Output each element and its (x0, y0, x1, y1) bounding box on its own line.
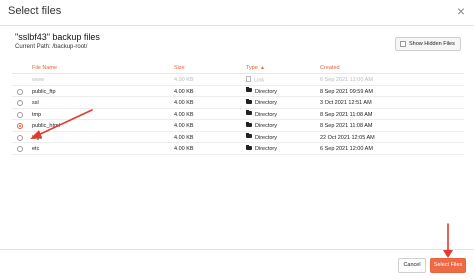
file-name: tmp (32, 111, 42, 118)
file-created: 6 Sep 2021 12:00 AM (320, 77, 373, 83)
row-radio-selected[interactable] (17, 123, 23, 129)
file-type-label: Directory (255, 100, 278, 106)
link-icon (246, 76, 251, 82)
sort-ascending-icon: ▲ (259, 65, 265, 71)
show-hidden-files-button[interactable]: Show Hidden Files (395, 37, 461, 51)
panel-title: "sslbf43" backup files (15, 32, 100, 42)
row-radio[interactable] (17, 134, 23, 141)
current-path-label: Current Path: (15, 44, 51, 50)
show-hidden-files-label: Show Hidden Files (409, 41, 455, 47)
file-size: 4.00 KB (174, 77, 194, 83)
folder-icon (246, 133, 252, 139)
table-row[interactable]: logs 4.00 KB Directory 22 Oct 2021 12:05… (12, 132, 464, 143)
file-type: Link (246, 76, 265, 84)
column-header-created[interactable]: Created (320, 65, 340, 71)
file-type: Directory (246, 144, 278, 152)
file-type-label: Directory (255, 146, 278, 152)
file-type: Directory (246, 110, 278, 118)
file-created: 3 Oct 2021 12:51 AM (320, 100, 372, 106)
file-name: www (32, 77, 44, 83)
file-created: 6 Sep 2021 12:00 AM (320, 146, 373, 152)
file-size: 4.00 KB (174, 111, 194, 118)
table-row[interactable]: tmp 4.00 KB Directory 8 Sep 2021 11:08 A… (12, 109, 464, 120)
file-type-label: Directory (255, 123, 278, 129)
row-radio[interactable] (17, 111, 23, 118)
table-row: www 4.00 KB Link 6 Sep 2021 12:00 AM (12, 74, 464, 86)
dialog-title: Select files (8, 5, 62, 17)
table-row[interactable]: etc 4.00 KB Directory 6 Sep 2021 12:00 A… (12, 143, 464, 155)
file-name: public_ftp (32, 88, 56, 95)
file-name: ssl (32, 100, 39, 106)
current-path: Current Path: /backup-root/ (15, 44, 87, 50)
column-header-type[interactable]: Type ▲ (246, 65, 265, 71)
file-type: Directory (246, 98, 278, 106)
table-row[interactable]: ssl 4.00 KB Directory 3 Oct 2021 12:51 A… (12, 97, 464, 109)
file-created: 8 Sep 2021 09:59 AM (320, 88, 373, 95)
row-radio[interactable] (17, 100, 23, 106)
file-name: public_html (32, 123, 60, 129)
file-type: Directory (246, 121, 278, 129)
file-created: 8 Sep 2021 11:08 AM (320, 111, 373, 118)
folder-icon (246, 87, 252, 93)
file-size: 4.00 KB (174, 88, 194, 95)
file-type: Directory (246, 133, 278, 141)
folder-icon (246, 110, 252, 116)
table-row[interactable]: public_html 4.00 KB Directory 8 Sep 2021… (12, 120, 464, 132)
folder-icon (246, 98, 252, 104)
file-size: 4.00 KB (174, 146, 194, 152)
column-header-size[interactable]: Size (174, 65, 185, 71)
annotation-arrow-to-select-files (443, 223, 453, 258)
file-name: logs (32, 134, 43, 141)
folder-icon (246, 144, 252, 150)
file-size: 4.00 KB (174, 100, 194, 106)
table-row[interactable]: public_ftp 4.00 KB Directory 8 Sep 2021 … (12, 86, 464, 97)
column-header-file-name[interactable]: File Name (32, 65, 57, 71)
current-path-value: /backup-root/ (52, 44, 88, 50)
footer-divider (0, 249, 474, 250)
file-table: File Name Size Type ▲ Created www 4.00 KB… (12, 62, 464, 155)
file-type: Directory (246, 87, 278, 95)
row-radio[interactable] (17, 146, 23, 152)
cancel-button[interactable]: Cancel (398, 258, 426, 273)
file-type-label: Directory (255, 88, 278, 95)
file-size: 4.00 KB (174, 123, 194, 129)
row-radio[interactable] (17, 88, 23, 95)
close-icon[interactable]: × (453, 3, 469, 19)
folder-icon (246, 121, 252, 127)
file-type-label: Directory (255, 111, 278, 118)
table-header: File Name Size Type ▲ Created (12, 62, 464, 74)
dialog-header: Select files × (0, 0, 474, 26)
file-type-label: Link (254, 77, 265, 84)
file-created: 8 Sep 2021 11:08 AM (320, 123, 373, 129)
file-type-label: Directory (255, 134, 278, 141)
file-name: etc (32, 146, 40, 152)
file-size: 4.00 KB (174, 134, 194, 141)
file-created: 22 Oct 2021 12:05 AM (320, 134, 375, 141)
column-header-type-label: Type (246, 65, 258, 71)
show-hidden-checkbox-icon (400, 41, 406, 47)
select-files-button[interactable]: Select Files (430, 258, 466, 273)
